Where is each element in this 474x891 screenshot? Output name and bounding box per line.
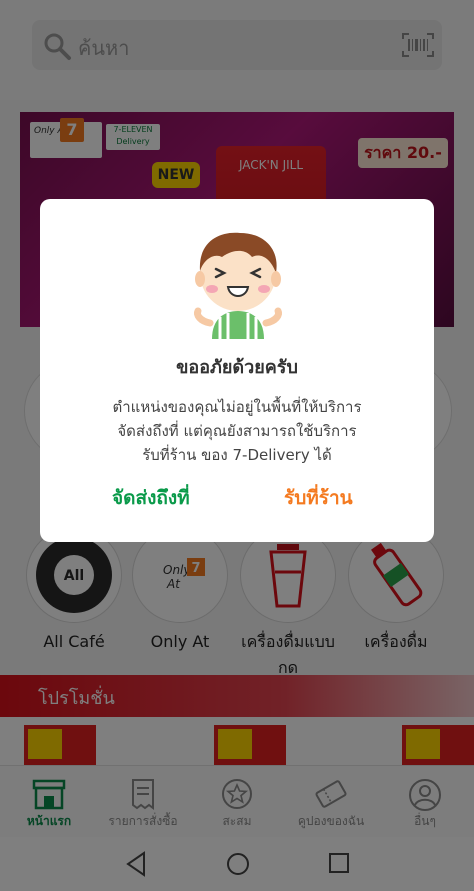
delivery-button[interactable]: จัดส่งถึงที่: [112, 483, 190, 513]
store-pickup-button[interactable]: รับที่ร้าน: [284, 483, 353, 513]
dialog-message-line: จัดส่งถึงที่ แต่คุณยังสามารถใช้บริการ: [117, 422, 357, 440]
mascot-icon: [190, 227, 286, 339]
location-dialog: ขออภัยด้วยครับ ตำแหน่งของคุณไม่อยู่ในพื้…: [40, 199, 434, 542]
dialog-message-line: ตำแหน่งของคุณไม่อยู่ในพื้นที่ให้บริการ: [112, 398, 362, 416]
dialog-message: ตำแหน่งของคุณไม่อยู่ในพื้นที่ให้บริการ จ…: [70, 395, 404, 467]
modal-overlay[interactable]: ขออภัยด้วยครับ ตำแหน่งของคุณไม่อยู่ในพื้…: [0, 0, 474, 891]
dialog-message-line: รับที่ร้าน ของ 7-Delivery ได้: [142, 446, 332, 464]
dialog-title: ขออภัยด้วยครับ: [176, 357, 298, 378]
